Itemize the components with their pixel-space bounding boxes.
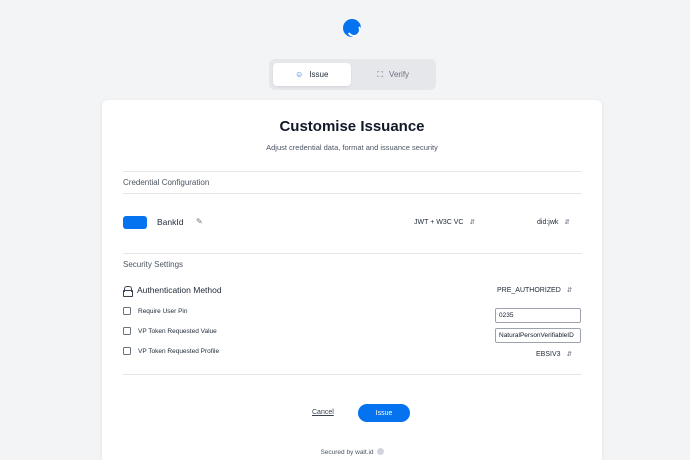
credential-name: BankId	[157, 217, 184, 227]
user-icon: ☺	[295, 70, 304, 79]
credential-color-swatch	[123, 216, 147, 229]
secured-by-footer: Secured by walt.id	[102, 448, 602, 456]
divider	[123, 171, 582, 172]
divider	[123, 193, 582, 194]
credential-config-title: Credential Configuration	[123, 178, 210, 187]
did-method-select[interactable]: did:jwk ⇵	[537, 218, 570, 227]
auth-method-label: Authentication Method	[137, 285, 222, 295]
format-value: JWT + W3C VC	[414, 218, 464, 226]
cancel-button[interactable]: Cancel	[312, 409, 334, 416]
scan-icon: ⛶	[377, 69, 384, 79]
format-select[interactable]: JWT + W3C VC ⇵	[414, 218, 475, 227]
mode-tabs: ☺ Issue ⛶ Verify	[269, 59, 436, 90]
vp-profile-label: VP Token Requested Profile	[138, 347, 220, 355]
vp-profile-value: EBSIV3	[536, 350, 561, 358]
divider	[123, 374, 582, 375]
auth-method-value: PRE_AUTHORIZED	[497, 286, 561, 294]
page-subtitle: Adjust credential data, format and issua…	[266, 143, 438, 152]
vp-value-label: VP Token Requested Value	[138, 327, 217, 335]
vp-value-checkbox[interactable]	[123, 327, 131, 335]
chevron-updown-icon: ⇵	[566, 287, 573, 294]
walt-mini-icon	[376, 448, 384, 455]
vp-value-input[interactable]	[495, 328, 581, 343]
chevron-updown-icon: ⇵	[564, 219, 570, 226]
tab-verify-label: Verify	[389, 70, 410, 79]
chevron-updown-icon: ⇵	[469, 219, 475, 226]
require-pin-label: Require User Pin	[138, 307, 188, 315]
auth-method-select[interactable]: PRE_AUTHORIZED ⇵	[497, 286, 573, 295]
page-title: Customise Issuance	[279, 118, 425, 135]
tab-issue[interactable]: ☺ Issue	[273, 63, 351, 86]
issuance-card: Customise Issuance Adjust credential dat…	[102, 100, 602, 460]
auth-method-row: Authentication Method	[123, 285, 222, 297]
vp-profile-checkbox[interactable]	[123, 347, 131, 355]
chevron-updown-icon: ⇵	[566, 351, 572, 358]
security-settings-title: Security Settings	[123, 260, 184, 269]
require-pin-row: Require User Pin	[123, 307, 188, 315]
vp-profile-select[interactable]: EBSIV3 ⇵	[536, 350, 572, 359]
tab-issue-label: Issue	[309, 70, 329, 79]
secured-by-text: Secured by walt.id	[320, 449, 374, 456]
pin-input[interactable]	[495, 308, 581, 323]
lock-icon	[123, 285, 133, 297]
issue-button[interactable]: Issue	[358, 404, 410, 422]
walt-logo	[343, 19, 361, 37]
edit-icon[interactable]: ✎	[196, 217, 203, 226]
vp-profile-row: VP Token Requested Profile	[123, 347, 219, 355]
divider	[123, 253, 582, 254]
vp-value-row: VP Token Requested Value	[123, 327, 217, 335]
tab-verify[interactable]: ⛶ Verify	[355, 63, 433, 86]
did-method-value: did:jwk	[537, 218, 559, 226]
require-pin-checkbox[interactable]	[123, 307, 131, 315]
